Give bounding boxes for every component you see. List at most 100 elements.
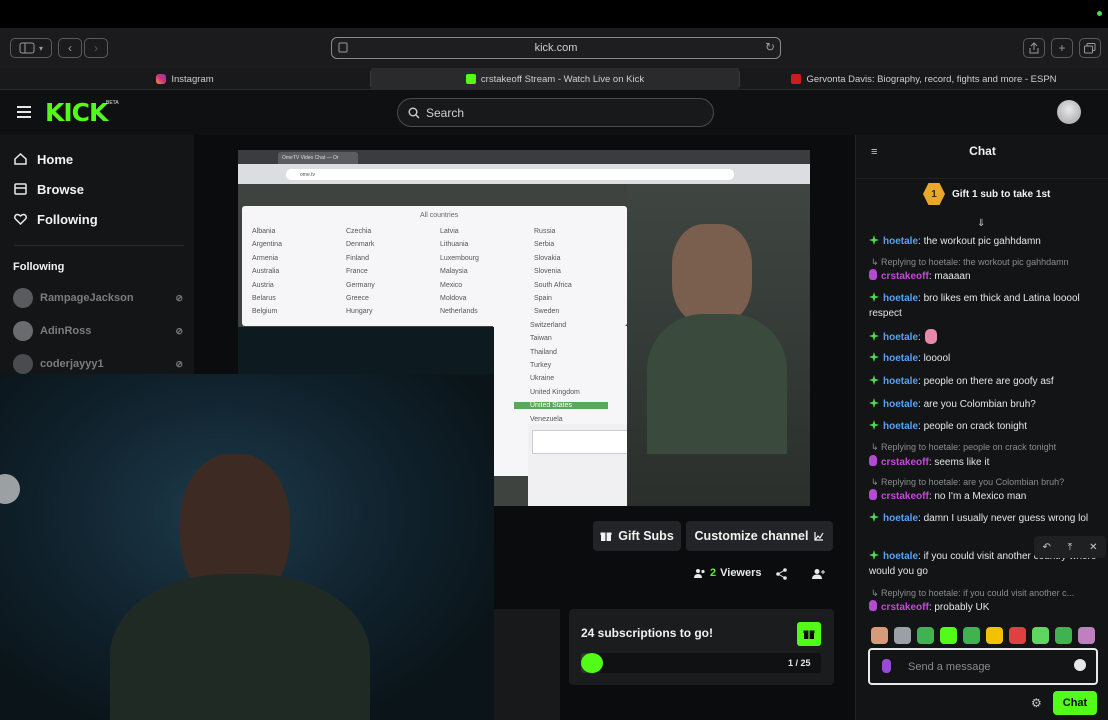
chat-message[interactable]: hoetale:: [869, 329, 1101, 345]
country-option[interactable]: Switzerland: [530, 322, 566, 329]
country-option[interactable]: United Kingdom: [530, 389, 580, 396]
chat-username[interactable]: hoetale: [883, 236, 918, 247]
delete-icon[interactable]: ✕: [1089, 542, 1097, 553]
sidebar-toggle-button[interactable]: ▾: [10, 38, 52, 58]
chat-message[interactable]: hoetale: damn I usually never guess wron…: [869, 511, 1101, 526]
country-option[interactable]: Slovakia: [534, 255, 560, 262]
reply-icon[interactable]: ↶: [1042, 542, 1050, 553]
emote-icon[interactable]: [986, 627, 1003, 644]
emote-icon[interactable]: [894, 627, 911, 644]
country-option[interactable]: Latvia: [440, 228, 459, 235]
country-option[interactable]: Slovenia: [534, 268, 561, 275]
picture-in-picture-video[interactable]: [0, 374, 494, 720]
country-option[interactable]: South Africa: [534, 282, 572, 289]
emote-icon[interactable]: [1032, 627, 1049, 644]
country-option[interactable]: Luxembourg: [440, 255, 479, 262]
chat-message[interactable]: hoetale: looool: [869, 351, 1101, 366]
sidebar-item-following[interactable]: Following: [14, 209, 98, 229]
emote-icon[interactable]: [1055, 627, 1072, 644]
country-option[interactable]: France: [346, 268, 368, 275]
chat-username[interactable]: crstakeoff: [881, 602, 929, 613]
chat-message[interactable]: crstakeoff: probably UK: [869, 600, 1101, 615]
chat-message[interactable]: hoetale: people on there are goofy asf: [869, 374, 1101, 389]
country-option[interactable]: Austria: [252, 282, 274, 289]
country-option[interactable]: Belarus: [252, 295, 276, 302]
send-chat-button[interactable]: Chat: [1053, 691, 1097, 715]
address-bar[interactable]: kick.com ↻: [331, 37, 781, 59]
country-option[interactable]: Belgium: [252, 308, 277, 315]
chat-settings-button[interactable]: ⚙: [1031, 696, 1042, 710]
country-option[interactable]: Turkey: [530, 362, 551, 369]
country-option[interactable]: Mexico: [440, 282, 462, 289]
chat-message[interactable]: hoetale: people on crack tonight: [869, 419, 1101, 434]
country-option[interactable]: Australia: [252, 268, 279, 275]
chat-message[interactable]: hoetale: bro likes em thick and Latina l…: [869, 291, 1101, 321]
chat-username[interactable]: hoetale: [883, 551, 918, 562]
country-option[interactable]: Serbia: [534, 241, 554, 248]
chat-message[interactable]: crstakeoff: maaaan: [869, 269, 1101, 284]
new-tab-button[interactable]: +: [1051, 38, 1073, 58]
country-option[interactable]: Moldova: [440, 295, 466, 302]
country-option[interactable]: Spain: [534, 295, 552, 302]
chat-username[interactable]: hoetale: [883, 376, 918, 387]
country-option[interactable]: Denmark: [346, 241, 374, 248]
gift-goal-button[interactable]: [797, 622, 821, 646]
reload-icon[interactable]: ↻: [765, 40, 775, 54]
country-option[interactable]: Armenia: [252, 255, 278, 262]
chat-message[interactable]: crstakeoff: no I'm a Mexico man: [869, 489, 1101, 504]
pin-icon[interactable]: ⤒: [1068, 542, 1072, 553]
sidebar-item-browse[interactable]: Browse: [14, 179, 84, 199]
sidebar-item-home[interactable]: Home: [14, 149, 73, 169]
emote-icon[interactable]: [1009, 627, 1026, 644]
country-option[interactable]: Finland: [346, 255, 369, 262]
share-button[interactable]: [776, 567, 787, 585]
tab-espn[interactable]: Gervonta Davis: Biography, record, fight…: [740, 68, 1108, 90]
country-option[interactable]: Netherlands: [440, 308, 478, 315]
chat-message[interactable]: hoetale: are you Colombian bruh?: [869, 397, 1101, 412]
country-option[interactable]: Russia: [534, 228, 555, 235]
emote-icon[interactable]: [940, 627, 957, 644]
country-option[interactable]: Sweden: [534, 308, 559, 315]
user-avatar[interactable]: [1057, 100, 1081, 124]
tab-kick-stream[interactable]: crstakeoff Stream - Watch Live on Kick: [371, 68, 739, 90]
country-option[interactable]: Taiwan: [530, 335, 552, 342]
share-button[interactable]: [1023, 38, 1045, 58]
chat-username[interactable]: hoetale: [883, 353, 918, 364]
chat-username[interactable]: hoetale: [883, 513, 918, 524]
forward-button[interactable]: ›: [84, 38, 108, 58]
country-option[interactable]: Ukraine: [530, 375, 554, 382]
chat-message[interactable]: hoetale: the workout pic gahhdamn: [869, 234, 1101, 249]
emote-icon[interactable]: [917, 627, 934, 644]
country-option[interactable]: Albania: [252, 228, 275, 235]
emoji-picker-icon[interactable]: [1074, 659, 1086, 671]
emote-icon[interactable]: [1078, 627, 1095, 644]
gift-leaderboard-banner[interactable]: 1 Gift 1 sub to take 1st: [923, 183, 1050, 205]
country-option[interactable]: Lithuania: [440, 241, 468, 248]
tab-overview-button[interactable]: [1079, 38, 1101, 58]
follow-user-button[interactable]: [812, 567, 825, 585]
country-option[interactable]: Czechia: [346, 228, 371, 235]
following-channel-item[interactable]: coderjayyy1 ⊘: [13, 354, 183, 374]
country-option[interactable]: Venezuela: [530, 416, 563, 423]
country-option[interactable]: Greece: [346, 295, 369, 302]
country-option[interactable]: Malaysia: [440, 268, 468, 275]
back-button[interactable]: ‹: [58, 38, 82, 58]
pinned-toggle[interactable]: ⇓: [977, 218, 985, 229]
chat-username[interactable]: hoetale: [883, 421, 918, 432]
customize-channel-button[interactable]: Customize channel: [686, 521, 833, 551]
following-channel-item[interactable]: AdinRoss ⊘: [13, 321, 183, 341]
chat-username[interactable]: crstakeoff: [881, 271, 929, 282]
country-option[interactable]: Hungary: [346, 308, 372, 315]
emote-icon[interactable]: [871, 627, 888, 644]
country-option[interactable]: Thailand: [530, 349, 557, 356]
tab-instagram[interactable]: Instagram: [0, 68, 370, 90]
chat-username[interactable]: crstakeoff: [881, 491, 929, 502]
country-option[interactable]: Germany: [346, 282, 375, 289]
chat-username[interactable]: hoetale: [883, 293, 918, 304]
chat-username[interactable]: crstakeoff: [881, 457, 929, 468]
country-option[interactable]: Argentina: [252, 241, 282, 248]
country-option[interactable]: United States: [514, 402, 608, 410]
hamburger-menu-button[interactable]: [17, 106, 31, 118]
chat-username[interactable]: hoetale: [883, 332, 918, 343]
kick-logo[interactable]: KICK: [45, 98, 108, 127]
